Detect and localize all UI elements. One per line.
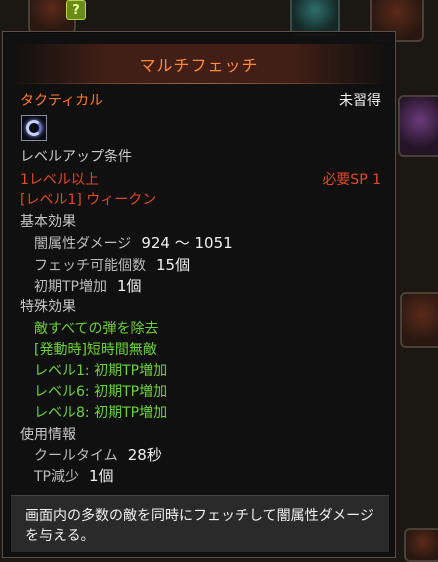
- special-effect: レベル8: 初期TP増加: [34, 405, 168, 421]
- usage-label: クールタイム: [34, 448, 118, 464]
- special-effects-header: 特殊効果: [20, 299, 76, 315]
- effect-value: 15個: [156, 256, 191, 274]
- usage-info: クールタイム 28秒: [34, 446, 162, 465]
- effect-label: フェッチ可能個数: [34, 258, 146, 274]
- description-panel: 画面内の多数の敵を同時にフェッチして闇属性ダメージを与える。: [11, 495, 389, 552]
- required-sp: 必要SP 1: [322, 172, 381, 188]
- skill-description: 画面内の多数の敵を同時にフェッチして闇属性ダメージを与える。: [25, 508, 374, 544]
- skill-slot[interactable]: [400, 292, 438, 348]
- basic-effect: フェッチ可能個数 15個: [34, 256, 190, 275]
- usage-label: TP減少: [34, 469, 79, 485]
- unknown-badge-icon: ?: [66, 0, 86, 20]
- levelup-header: レベルアップ条件: [20, 149, 132, 165]
- special-effect: レベル1: 初期TP増加: [34, 363, 168, 379]
- basic-effect: 初期TP増加 1個: [34, 277, 142, 296]
- skill-slot[interactable]: [404, 528, 438, 562]
- skill-icon: [21, 115, 47, 141]
- usage-value: 28秒: [127, 446, 162, 464]
- skill-tooltip: マルチフェッチ タクティカル 未習得 レベルアップ条件 1レベル以上 必要SP …: [2, 31, 396, 558]
- special-effect: レベル6: 初期TP増加: [34, 384, 168, 400]
- special-effect: [発動時]短時間無敵: [34, 342, 157, 358]
- effect-value: 924 ～ 1051: [141, 234, 233, 252]
- usage-info: TP減少 1個: [34, 467, 114, 486]
- skill-slot[interactable]: [398, 95, 438, 157]
- special-effect: 敵すべての弾を除去: [34, 321, 159, 337]
- effect-label: 初期TP増加: [34, 279, 107, 295]
- basic-effects-header: 基本効果: [20, 214, 76, 230]
- basic-effect: 闇属性ダメージ 924 ～ 1051: [34, 234, 233, 253]
- usage-info-header: 使用情報: [20, 427, 76, 443]
- required-skill: [レベル1] ウィークン: [20, 192, 157, 208]
- skill-category: タクティカル: [20, 93, 104, 109]
- required-level: 1レベル以上: [20, 172, 99, 188]
- effect-value: 1個: [117, 277, 142, 295]
- skill-title: マルチフェッチ: [139, 56, 259, 75]
- tooltip-title-bar: マルチフェッチ: [13, 44, 385, 84]
- effect-label: 闇属性ダメージ: [34, 236, 132, 252]
- dark-orb-icon: [26, 120, 42, 136]
- usage-value: 1個: [89, 467, 114, 485]
- learn-status: 未習得: [339, 93, 381, 109]
